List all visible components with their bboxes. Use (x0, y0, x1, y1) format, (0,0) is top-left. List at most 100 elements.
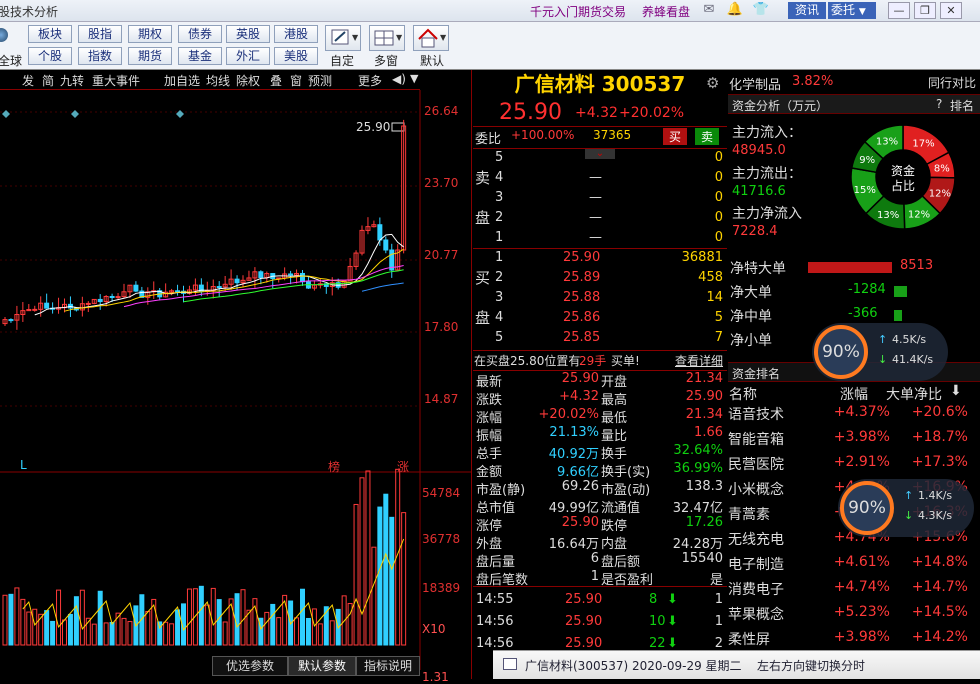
chart-tool-2[interactable]: 简 (42, 72, 54, 89)
rank-row[interactable]: 智能音箱 +3.98% +18.7% (728, 429, 980, 453)
rank-link[interactable]: 排名 (950, 97, 974, 114)
market-tab-4[interactable]: 债券 (178, 25, 222, 43)
stat-row: 总市值 49.99亿 流通值 32.47亿 (473, 497, 727, 516)
ask-row[interactable]: 50 (473, 150, 727, 170)
news-button[interactable]: 资讯 (788, 2, 826, 19)
ask-row[interactable]: 1 — 0 (473, 230, 727, 250)
price-tick-4: 17.80 (424, 320, 459, 334)
col-change[interactable]: 涨幅 (840, 384, 868, 404)
col-name[interactable]: 名称 (729, 384, 757, 404)
multi-window-icon[interactable]: ▼ (369, 25, 405, 51)
market-tab-11[interactable]: 外汇 (226, 47, 270, 65)
candlestick-chart[interactable] (0, 90, 472, 670)
net-inflow-value: 7228.4 (732, 224, 778, 239)
promo-bee-link[interactable]: 养蜂看盘 (642, 3, 690, 20)
trade-button[interactable]: 委托 ▼ (828, 2, 876, 19)
buy-button[interactable]: 买 (663, 128, 687, 145)
col-net-ratio[interactable]: 大单净比 (886, 384, 942, 404)
market-tab-3[interactable]: 期权 (128, 25, 172, 43)
outflow-label: 主力流出： (732, 166, 802, 182)
market-tab-12[interactable]: 美股 (274, 47, 318, 65)
rank-change: +3.98% (833, 429, 890, 445)
rank-row[interactable]: 电子制造 +4.61% +14.8% (728, 554, 980, 578)
candle-body (383, 239, 389, 251)
chart-more-arrow-icon[interactable]: ▼ (410, 72, 418, 85)
help-icon[interactable]: ? (936, 97, 942, 111)
tab-default-params[interactable]: 默认参数 (288, 656, 356, 676)
bid-row[interactable]: 4 25.86 5 (473, 310, 727, 330)
view-detail-link[interactable]: 查看详细 (675, 352, 723, 369)
candle-body (115, 296, 121, 299)
volume-bar (8, 593, 14, 646)
chart-tool-4[interactable]: 重大事件 (92, 72, 140, 89)
rank-row[interactable]: 语音技术 +4.37% +20.6% (728, 404, 980, 428)
market-tab-1[interactable]: 板块 (28, 25, 72, 43)
market-tab-6[interactable]: 港股 (274, 25, 318, 43)
market-tab-2[interactable]: 股指 (78, 25, 122, 43)
market-tab-9[interactable]: 期货 (128, 47, 172, 65)
label-bang: 榜 (328, 460, 341, 474)
rank-row[interactable]: 民营医院 +2.91% +17.3% (728, 454, 980, 478)
market-tab-7[interactable]: 个股 (28, 47, 72, 65)
network-speed-widget[interactable]: 90% ↑ 1.4K/s ↓ 4.3K/s (838, 479, 974, 537)
shirt-icon[interactable]: 👕 (752, 2, 770, 18)
ask-volume: 0 (714, 210, 723, 225)
stat-label: 量比 (601, 429, 628, 444)
bell-icon[interactable]: 🔔 (726, 2, 744, 18)
chart-tool-7[interactable]: 除权 (236, 72, 260, 89)
market-tab-5[interactable]: 英股 (226, 25, 270, 43)
bid-row[interactable]: 5 25.85 7 (473, 330, 727, 350)
volume-bar (127, 621, 133, 646)
bid-volume: 5 (714, 310, 723, 325)
chart-tool-8[interactable]: 叠 (270, 72, 282, 89)
window-icon (503, 658, 517, 670)
sort-down-icon[interactable]: ⬇ (950, 383, 962, 399)
ask-row[interactable]: 4 — 0 (473, 170, 727, 190)
rank-name: 青蒿素 (728, 507, 770, 523)
market-tab-8[interactable]: 指数 (78, 47, 122, 65)
close-button[interactable]: ✕ (940, 2, 962, 19)
event-marker-icon[interactable] (71, 110, 79, 118)
tab-indicator-help[interactable]: 指标说明 (356, 656, 420, 676)
industry-name[interactable]: 化学制品 (729, 74, 781, 93)
donut-center-label: 资金 (891, 163, 915, 178)
network-speed-widget[interactable]: 90% ↑ 4.5K/s ↓ 41.4K/s (812, 323, 948, 381)
rank-change: +4.61% (833, 554, 890, 570)
custom-layout-icon[interactable]: ▼ (325, 25, 361, 51)
chart-tool-5[interactable]: 加自选 (164, 72, 200, 89)
sell-button[interactable]: 卖 (695, 128, 719, 145)
home-icon[interactable]: ▼ (413, 25, 449, 51)
event-marker-icon[interactable] (2, 110, 10, 118)
price-tick-2: 23.70 (424, 176, 459, 190)
ask-row[interactable]: 2 — 0 (473, 210, 727, 230)
donut-label: 13% (877, 210, 899, 221)
rank-row[interactable]: 消费电子 +4.74% +14.7% (728, 579, 980, 603)
gear-icon[interactable]: ⚙ (706, 74, 719, 92)
ask-volume: 0 (714, 170, 723, 185)
envelope-icon[interactable]: ✉ (700, 2, 718, 18)
chart-tool-9[interactable]: 窗 (290, 72, 302, 89)
speaker-icon[interactable]: ◀) (392, 72, 406, 86)
promo-futures-link[interactable]: 千元入门期货交易 (530, 3, 626, 20)
bid-row[interactable]: 2 25.89 458 (473, 270, 727, 290)
bid-row[interactable]: 3 25.88 14 (473, 290, 727, 310)
ask-row[interactable]: 3 — 0 (473, 190, 727, 210)
peer-compare-link[interactable]: 同行对比 (928, 74, 976, 91)
restore-button[interactable]: ❐ (914, 2, 936, 19)
chart-tool-1[interactable]: 发 (22, 72, 34, 89)
minimize-button[interactable]: — (888, 2, 910, 19)
chart-tool-6[interactable]: 均线 (206, 72, 230, 89)
donut-label: 12% (908, 210, 930, 221)
rank-row[interactable]: 苹果概念 +5.23% +14.5% (728, 604, 980, 628)
tab-optimal-params[interactable]: 优选参数 (212, 656, 288, 676)
notice-volume: 29手 (579, 354, 607, 368)
tick-volume: 10 (649, 614, 666, 629)
candle-body (288, 273, 294, 276)
event-marker-icon[interactable] (176, 110, 184, 118)
bid-row[interactable]: 1 25.90 36881 (473, 250, 727, 270)
globe-icon[interactable] (0, 28, 8, 42)
market-tab-10[interactable]: 基金 (178, 47, 222, 65)
chart-tool-11[interactable]: 更多 (358, 72, 382, 89)
chart-tool-10[interactable]: 预测 (308, 72, 332, 89)
chart-tool-3[interactable]: 九转 (60, 72, 84, 89)
